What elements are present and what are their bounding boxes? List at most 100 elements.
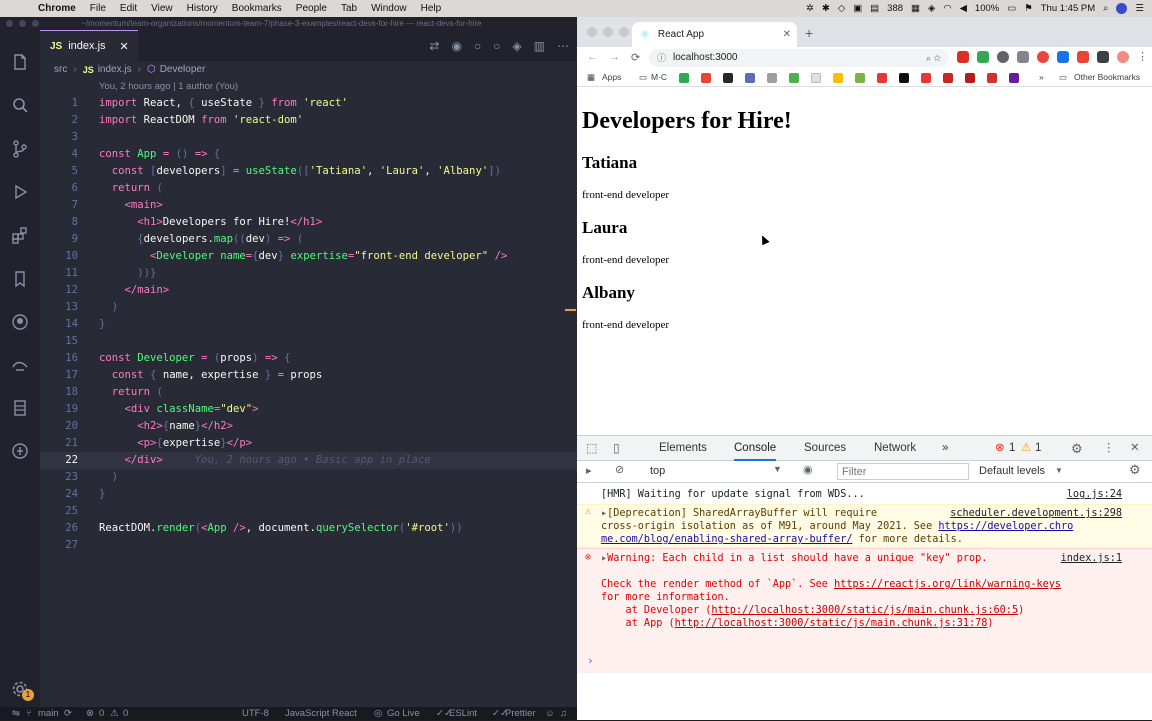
forward-arrow-icon[interactable]: →	[609, 51, 620, 63]
console-prompt-icon[interactable]: ›	[587, 654, 594, 667]
wifi-icon[interactable]: ◠	[943, 3, 951, 14]
window-minimize-button[interactable]	[603, 27, 613, 37]
explorer-icon[interactable]	[10, 52, 30, 72]
live-expression-eye-icon[interactable]: ◉	[803, 463, 813, 476]
run-debug-icon[interactable]	[10, 182, 30, 202]
bookmark-icon[interactable]	[789, 72, 799, 83]
console-source-link[interactable]: index.js:1	[1061, 552, 1122, 565]
code-line[interactable]: </main>	[99, 282, 170, 299]
code-line[interactable]: const App = () => {	[99, 146, 220, 163]
device-toolbar-icon[interactable]: ▯	[613, 436, 620, 461]
clock[interactable]: Thu 1:45 PM	[1041, 3, 1095, 14]
bookmark-icon[interactable]	[679, 72, 689, 83]
menu-file[interactable]: File	[90, 3, 106, 14]
code-line[interactable]: <main>	[99, 197, 163, 214]
code-line[interactable]: )	[99, 469, 118, 486]
git-commit-icon[interactable]: ◉	[451, 39, 461, 53]
compare-icon[interactable]: ⇄	[429, 39, 439, 53]
go-live-icon[interactable]: ◈	[512, 39, 521, 53]
site-info-icon[interactable]: ⓘ	[657, 49, 666, 67]
settings-gear-icon[interactable]: 1	[10, 679, 34, 701]
window-zoom-button[interactable]	[32, 20, 39, 28]
editor-tab-index-js[interactable]: JS index.js ✕	[40, 30, 138, 61]
context-selector[interactable]: top	[650, 465, 665, 477]
browser-tab-react-app[interactable]: ⚛ React App ✕	[632, 22, 797, 47]
gmail-icon[interactable]	[701, 72, 711, 83]
grid-icon[interactable]: ▦	[911, 3, 920, 14]
chrome-menu-icon[interactable]: ⋮	[1137, 51, 1148, 63]
gitlens-icon[interactable]	[10, 441, 30, 461]
menu-bookmarks[interactable]: Bookmarks	[232, 3, 282, 14]
react-warning-keys-link[interactable]: https://reactjs.org/link/warning-keys	[834, 579, 1061, 590]
stack-frame-link[interactable]: http://localhost:3000/static/js/main.chu…	[711, 605, 1018, 616]
codelens-blame[interactable]: You, 2 hours ago | 1 author (You)	[99, 81, 238, 92]
notifications-bell-icon[interactable]: ♫	[560, 707, 567, 720]
menu-window[interactable]: Window	[371, 3, 407, 14]
bookmark-icon[interactable]	[767, 72, 777, 83]
close-devtools-icon[interactable]: ✕	[1130, 436, 1140, 461]
window-minimize-button[interactable]	[19, 20, 26, 28]
console-message-text[interactable]: ▸Warning: Each child in a list should ha…	[601, 552, 987, 565]
code-line[interactable]: }	[99, 486, 105, 503]
more-bookmarks-icon[interactable]: »	[1039, 72, 1044, 82]
devtools-menu-icon[interactable]: ⋮	[1103, 436, 1115, 461]
spotlight-icon[interactable]: ⌕	[1103, 3, 1108, 14]
github-icon[interactable]	[10, 312, 30, 332]
window-close-button[interactable]	[6, 20, 13, 28]
extensions-icon[interactable]	[10, 226, 30, 246]
bookmark-icon[interactable]	[943, 72, 953, 83]
remote-explorer-icon[interactable]	[10, 355, 30, 375]
show-sidebar-icon[interactable]: ▸	[586, 464, 592, 477]
code-line[interactable]: const Developer = (props) => {	[99, 350, 290, 367]
stack-frame-link[interactable]: http://localhost:3000/static/js/main.chu…	[675, 618, 988, 629]
battery-icon[interactable]: ▭	[1007, 3, 1016, 14]
python-icon[interactable]	[833, 72, 843, 83]
notification-count[interactable]: 388	[887, 3, 903, 14]
bookmark-mc[interactable]: M·C	[651, 72, 667, 82]
close-tab-icon[interactable]: ✕	[120, 40, 129, 53]
back-arrow-icon[interactable]: ←	[587, 51, 598, 63]
console-source-link[interactable]: log.js:24	[1067, 488, 1122, 501]
bookmark-icon[interactable]	[10, 269, 30, 289]
reload-icon[interactable]: ⟳	[631, 51, 640, 64]
go-live-button[interactable]: Go Live	[387, 707, 420, 720]
more-actions-icon[interactable]: ⋯	[557, 39, 569, 53]
code-line[interactable]: </div> You, 2 hours ago • Basic app in p…	[99, 452, 431, 469]
code-editor[interactable]: 1 import React, { useState } from 'react'…	[40, 95, 577, 575]
address-bar[interactable]: ⓘ localhost:3000 ⌕ ☆	[649, 49, 949, 67]
console-message-text[interactable]: ▸[Deprecation] SharedArrayBuffer will re…	[601, 507, 877, 520]
devtools-tab-sources[interactable]: Sources	[804, 436, 846, 461]
database-icon[interactable]	[10, 398, 30, 418]
code-line[interactable]: ))}	[99, 265, 156, 282]
console-source-link[interactable]: scheduler.development.js:298	[950, 507, 1122, 520]
code-line[interactable]: return (	[99, 384, 163, 401]
menu-history[interactable]: History	[187, 3, 218, 14]
zoom-icon[interactable]: ⌕	[926, 53, 931, 63]
accounts-icon[interactable]: ☺	[545, 707, 555, 720]
next-change-icon[interactable]: ○	[493, 39, 500, 53]
pinterest-icon[interactable]	[1037, 51, 1049, 63]
code-line[interactable]: const { name, expertise } = props	[99, 367, 323, 384]
devtools-tab-elements[interactable]: Elements	[659, 436, 707, 461]
window-close-button[interactable]	[587, 27, 597, 37]
sync-extension-icon[interactable]	[1017, 51, 1029, 63]
evernote-icon[interactable]	[977, 51, 989, 63]
bookmark-icon[interactable]	[855, 72, 865, 83]
previous-change-icon[interactable]: ○	[474, 39, 481, 53]
code-line[interactable]: import ReactDOM from 'react-dom'	[99, 112, 303, 129]
bookmark-apps[interactable]: Apps	[602, 72, 621, 82]
dropbox-icon[interactable]: ◇	[838, 3, 845, 14]
inspect-element-icon[interactable]: ⬚	[586, 436, 597, 461]
sync-icon[interactable]: ⟳	[64, 707, 72, 720]
breadcrumb-symbol[interactable]: Developer	[160, 64, 206, 75]
remote-icon[interactable]: ⇋	[12, 707, 20, 720]
log-levels-dropdown[interactable]: Default levels	[979, 465, 1045, 477]
bookmark-icon[interactable]	[745, 72, 755, 83]
url-text[interactable]: localhost:3000	[673, 52, 738, 63]
extensions-puzzle-icon[interactable]	[1097, 51, 1109, 63]
volume-icon[interactable]: ◀	[960, 3, 967, 14]
error-count[interactable]: 0	[99, 707, 104, 720]
code-line[interactable]: import React, { useState } from 'react'	[99, 95, 348, 112]
warning-link-continued[interactable]: me.com/blog/enabling-shared-array-buffer…	[601, 534, 852, 545]
bluetooth-icon[interactable]: ✱	[822, 3, 830, 14]
